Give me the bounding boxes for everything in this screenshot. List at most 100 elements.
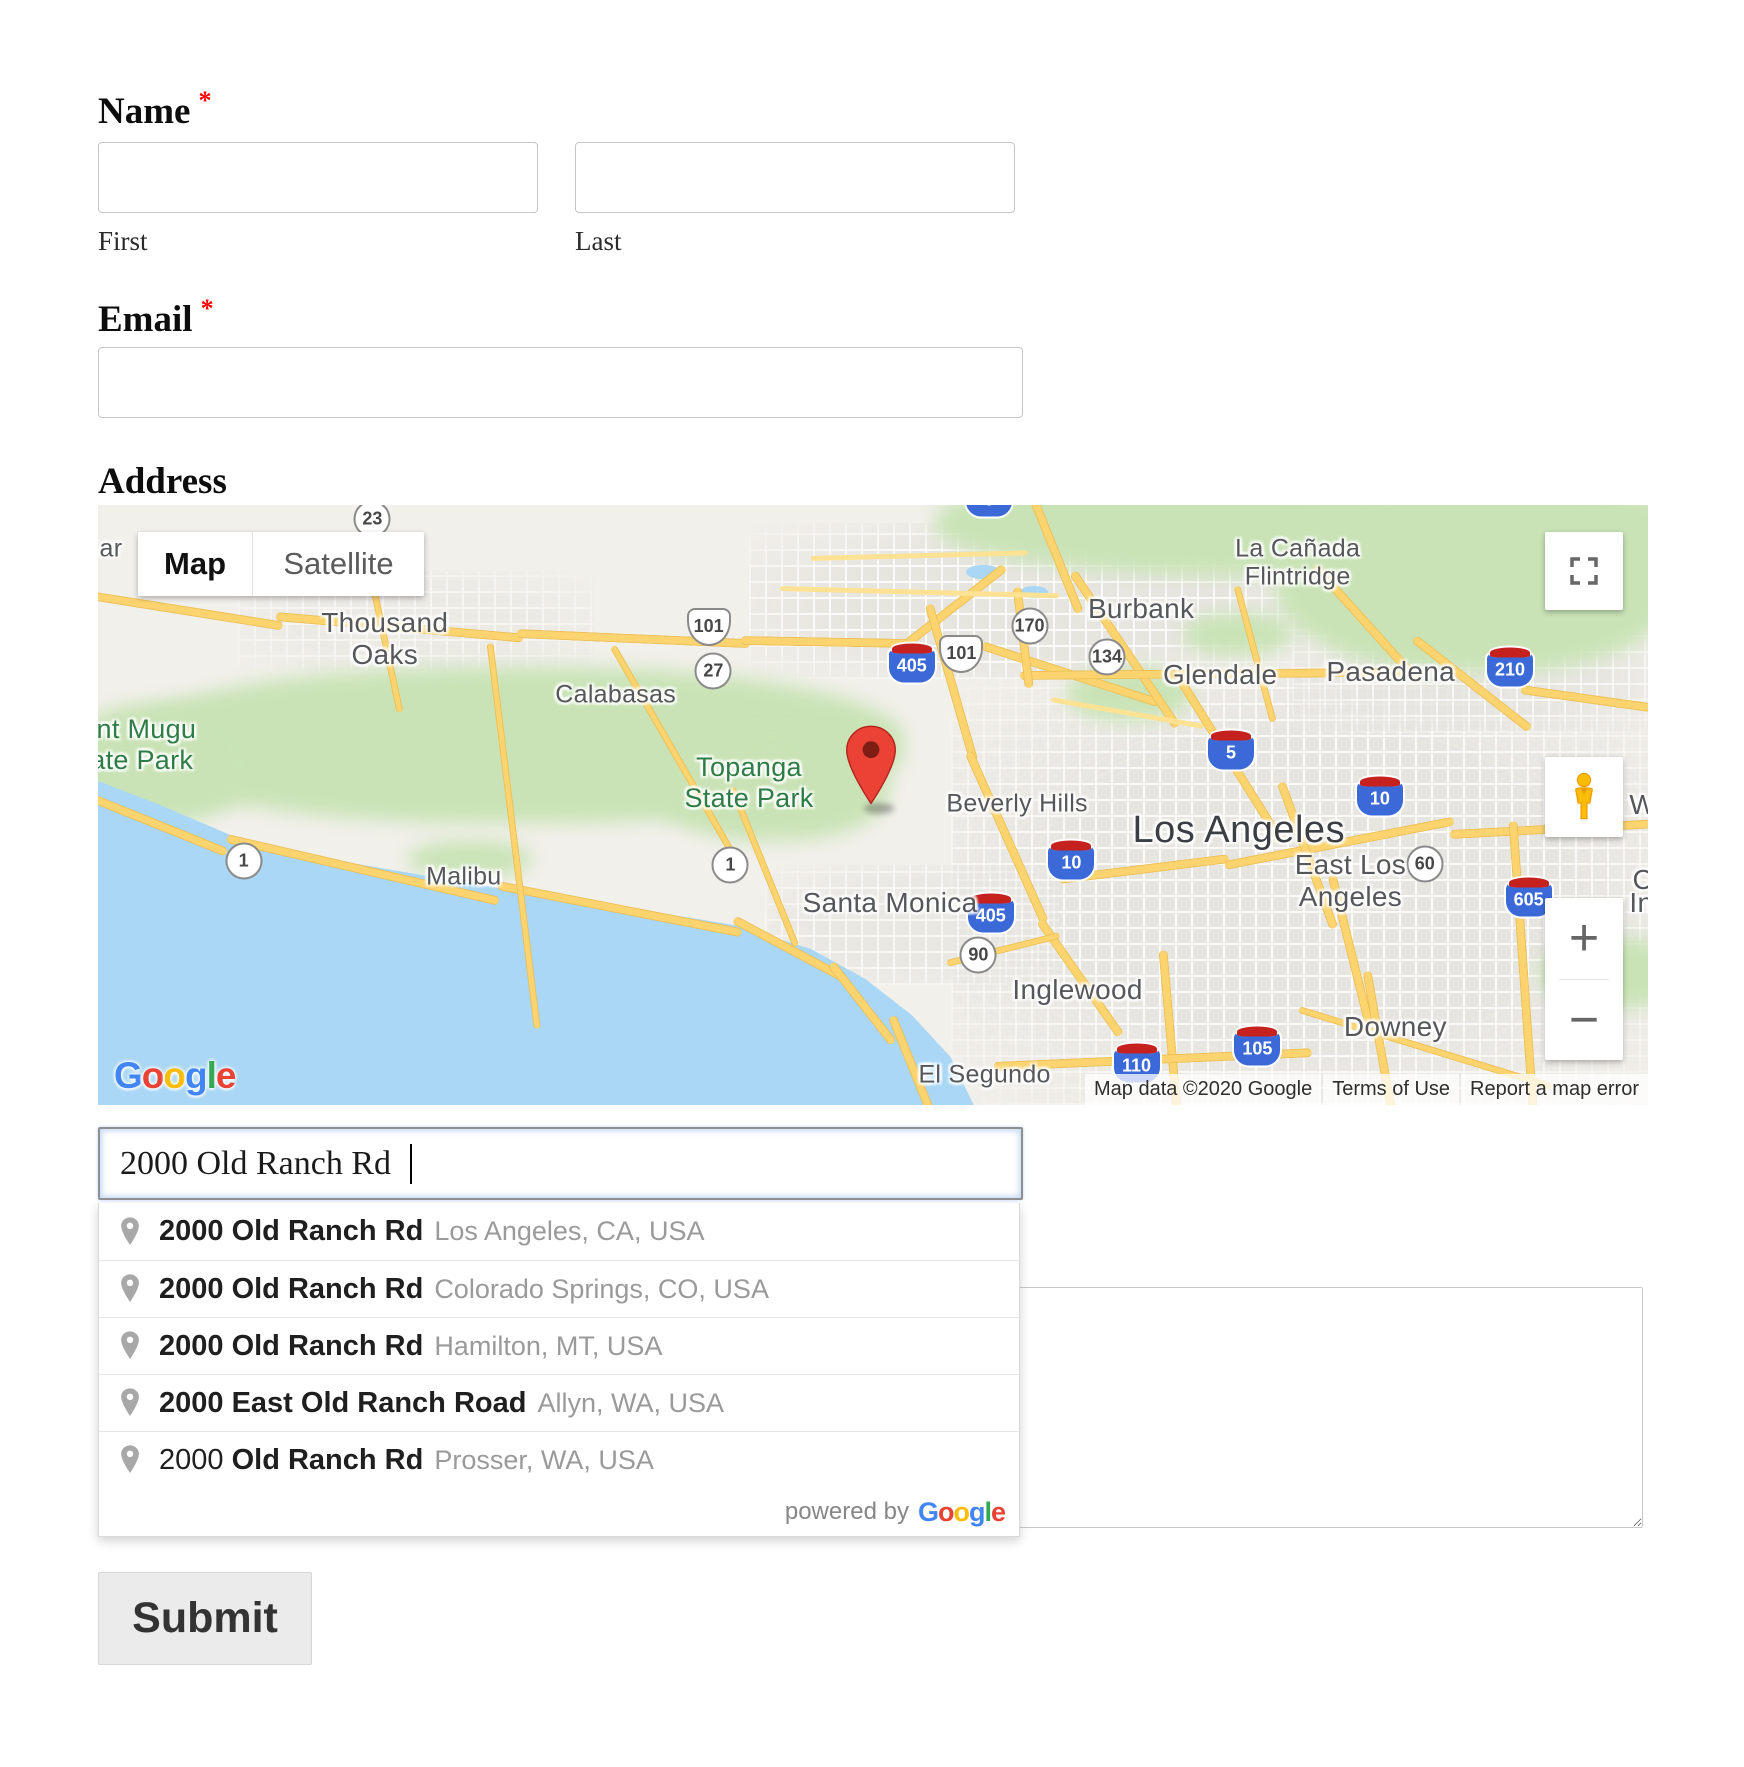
suggestion-main-text: 2000 Old Ranch Rd (159, 1273, 423, 1306)
highway-shield: 27 (695, 653, 732, 690)
address-input-wrap (98, 1127, 1023, 1200)
suggestion-main-text: 2000 East Old Ranch Road (159, 1387, 526, 1420)
map-city-label: Burbank (1088, 593, 1194, 625)
place-pin-icon (117, 1272, 143, 1306)
powered-by-text: powered by (785, 1498, 909, 1526)
map-city-label: Downey (1344, 1011, 1447, 1043)
last-sublabel: Last (575, 226, 622, 257)
map-data-text: Map data ©2020 Google (1085, 1074, 1321, 1105)
required-asterisk: * (201, 294, 214, 323)
place-pin-icon (117, 1386, 143, 1420)
suggestion-secondary-text: Los Angeles, CA, USA (434, 1216, 704, 1247)
fullscreen-icon (1568, 555, 1600, 587)
map-city-label: In (1629, 887, 1648, 919)
autocomplete-item[interactable]: 2000 Old Ranch Rd Prosser, WA, USA (99, 1431, 1019, 1488)
autocomplete-dropdown: 2000 Old Ranch RdLos Angeles, CA, USA200… (98, 1203, 1020, 1537)
interstate-shield: 10 (1048, 847, 1094, 880)
text-caret (410, 1144, 412, 1184)
google-logo-letter: o (938, 1497, 954, 1527)
map-city-label: Inglewood (1012, 974, 1142, 1006)
zoom-in-button[interactable]: + (1545, 898, 1623, 979)
highway-shield: 60 (1406, 845, 1443, 882)
suggestion-main-text: 2000 Old Ranch Rd (159, 1444, 423, 1477)
suggestion-secondary-text: Prosser, WA, USA (434, 1445, 654, 1476)
google-logo-letter: g (969, 1497, 985, 1527)
map-city-label: El Segundo (918, 1061, 1050, 1090)
suggestion-main-text: 2000 Old Ranch Rd (159, 1330, 423, 1363)
google-logo-letter: G (114, 1055, 142, 1096)
report-map-error-link[interactable]: Report a map error (1461, 1074, 1648, 1105)
map-park-label: int Mugu ate Park (98, 714, 196, 776)
interstate-shield: 210 (1487, 654, 1533, 687)
autocomplete-item[interactable]: 2000 Old Ranch Rd Los Angeles, CA, USA (99, 1203, 1019, 1260)
map-city-label: Malibu (426, 863, 501, 892)
powered-by-google: powered by Google (99, 1488, 1019, 1536)
autocomplete-item[interactable]: 2000 Old Ranch Rd Hamilton, MT, USA (99, 1317, 1019, 1374)
google-logo-letter: e (216, 1055, 236, 1096)
google-logo[interactable]: Google (114, 1055, 235, 1097)
map-city-label: Beverly Hills (946, 789, 1087, 818)
suggestion-secondary-text: Colorado Springs, CO, USA (434, 1274, 769, 1305)
place-pin-icon (117, 1443, 143, 1477)
zoom-control: + − (1545, 898, 1623, 1060)
map-city-label: La Cañada Flintridge (1235, 534, 1360, 592)
highway-shield: 90 (960, 937, 997, 974)
place-pin-icon (117, 1215, 143, 1249)
satellite-tab[interactable]: Satellite (252, 532, 424, 596)
map-park-label: Topanga State Park (684, 752, 813, 814)
google-logo-letter: o (163, 1055, 185, 1096)
place-pin-icon (117, 1329, 143, 1363)
suggestion-main-text: 2000 Old Ranch Rd (159, 1215, 423, 1248)
map-pin-icon[interactable] (843, 723, 899, 809)
fullscreen-button[interactable] (1545, 532, 1623, 610)
email-label: Email* (98, 294, 214, 341)
suggestion-secondary-text: Hamilton, MT, USA (434, 1331, 662, 1362)
interstate-shield: 405 (889, 649, 935, 682)
interstate-shield: 105 (1234, 1033, 1280, 1066)
email-input[interactable] (98, 347, 1023, 418)
highway-shield: 1 (225, 842, 262, 879)
highway-shield: 170 (1011, 608, 1048, 645)
map-attribution: Map data ©2020 Google Terms of Use Repor… (1083, 1074, 1648, 1105)
highway-shield: 134 (1089, 638, 1126, 675)
google-logo-letter: g (185, 1055, 207, 1096)
google-logo-letter: G (918, 1497, 938, 1527)
map-city-label: Pasadena (1326, 656, 1455, 688)
pegman-icon (1563, 771, 1605, 823)
address-form-page: Name* First Last Email* Address 23101274 (0, 0, 1744, 1767)
google-logo-letter: e (991, 1497, 1005, 1527)
zoom-out-button[interactable]: − (1545, 980, 1623, 1061)
google-map[interactable]: 2310127405101170134521051060605101140590… (98, 505, 1648, 1105)
map-tab[interactable]: Map (138, 532, 252, 596)
map-city-label: Glendale (1163, 659, 1277, 691)
first-sublabel: First (98, 226, 148, 257)
autocomplete-item[interactable]: 2000 East Old Ranch Road Allyn, WA, USA (99, 1374, 1019, 1431)
map-city-label: ar (100, 534, 123, 563)
address-input[interactable] (98, 1127, 1023, 1200)
terms-of-use-link[interactable]: Terms of Use (1323, 1074, 1459, 1105)
map-city-label: East Los Angeles (1295, 848, 1406, 912)
google-logo-letter: o (142, 1055, 164, 1096)
google-logo: Google (918, 1497, 1005, 1528)
google-logo-letter: o (953, 1497, 969, 1527)
suggestion-secondary-text: Allyn, WA, USA (537, 1388, 724, 1419)
name-label: Name* (98, 86, 211, 133)
interstate-shield: 5 (1208, 736, 1254, 769)
required-asterisk: * (198, 86, 211, 115)
last-name-input[interactable] (575, 142, 1015, 213)
first-name-input[interactable] (98, 142, 538, 213)
map-city-label: W (1629, 789, 1648, 821)
map-city-label: Thousand Oaks (321, 607, 448, 671)
map-park-area (1183, 613, 1292, 655)
address-label: Address (98, 460, 227, 503)
google-logo-letter: l (207, 1055, 216, 1096)
map-city-label: Los Angeles (1133, 809, 1346, 853)
highway-shield: 1 (712, 847, 749, 884)
autocomplete-item[interactable]: 2000 Old Ranch Rd Colorado Springs, CO, U… (99, 1260, 1019, 1317)
map-city-label: Santa Monica (803, 887, 978, 919)
pegman-button[interactable] (1545, 757, 1623, 837)
interstate-shield: 10 (1357, 783, 1403, 816)
submit-button[interactable]: Submit (98, 1572, 312, 1665)
map-type-control: Map Satellite (138, 532, 424, 596)
map-city-label: Calabasas (555, 680, 676, 709)
